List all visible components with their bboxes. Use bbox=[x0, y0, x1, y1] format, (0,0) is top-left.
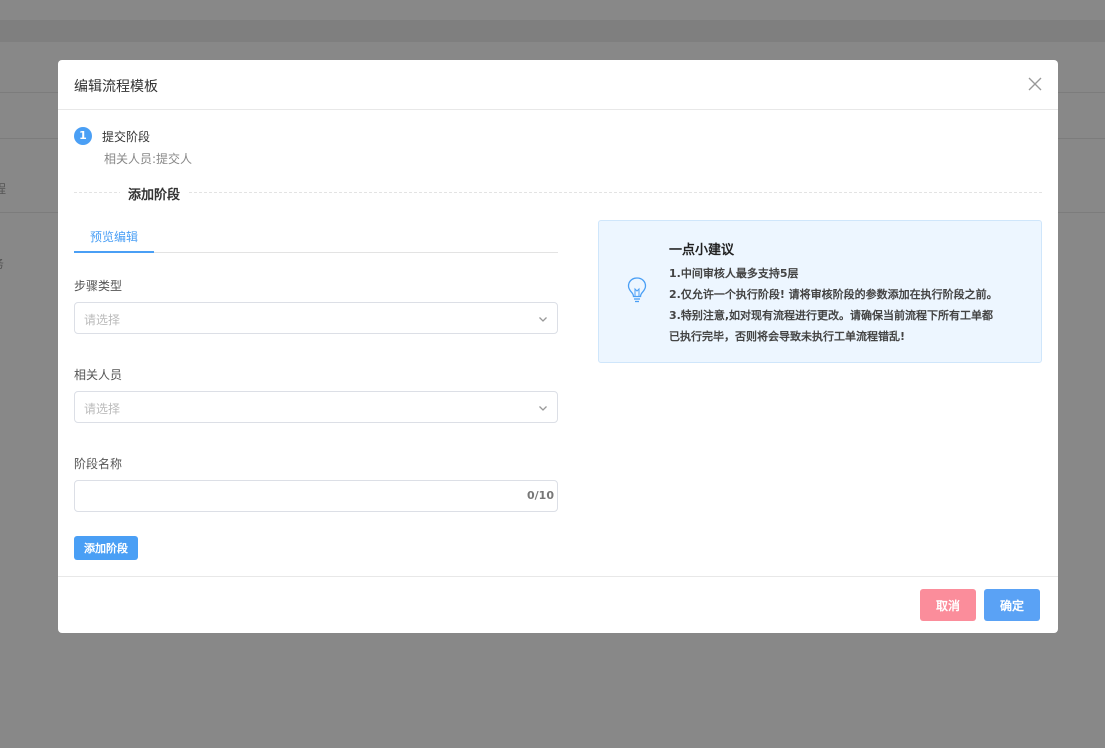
related-people-label: 相关人员 bbox=[74, 368, 123, 382]
add-stage-button[interactable]: 添加阶段 bbox=[74, 536, 138, 560]
select-placeholder: 请选择 bbox=[84, 402, 121, 416]
step-description: 相关人员:提交人 bbox=[104, 152, 193, 166]
tip-line: 已执行完毕，否则将会导致未执行工单流程错乱! bbox=[669, 330, 906, 343]
step-type-label: 步骤类型 bbox=[74, 279, 123, 293]
select-placeholder: 请选择 bbox=[84, 313, 121, 327]
dialog-header: 编辑流程模板 bbox=[58, 60, 1058, 110]
stage-name-label: 阶段名称 bbox=[74, 457, 123, 471]
section-divider-label: 添加阶段 bbox=[120, 184, 189, 203]
background-header-band bbox=[0, 20, 1105, 42]
tip-line: 3.特别注意,如对现有流程进行更改。请确保当前流程下所有工单都 bbox=[669, 309, 994, 322]
tip-box: 一点小建议 1.中间审核人最多支持5层 2.仅允许一个执行阶段! 请将审核阶段的… bbox=[598, 220, 1042, 363]
dialog-footer bbox=[58, 576, 1058, 633]
stage-name-input[interactable] bbox=[74, 480, 558, 512]
step-title: 提交阶段 bbox=[102, 130, 151, 144]
chevron-down-icon bbox=[539, 317, 547, 322]
step-type-select[interactable]: 请选择 bbox=[74, 302, 558, 334]
related-people-select[interactable]: 请选择 bbox=[74, 391, 558, 423]
tip-title: 一点小建议 bbox=[669, 243, 735, 258]
step-number-badge: 1 bbox=[74, 127, 92, 145]
tab-preview-edit[interactable]: 预览编辑 bbox=[74, 228, 154, 253]
confirm-button[interactable]: 确定 bbox=[984, 589, 1040, 621]
background-text-fragment: 程 bbox=[0, 182, 7, 196]
background-text-fragment: 务 bbox=[0, 255, 4, 272]
chevron-down-icon bbox=[539, 406, 547, 411]
edit-flow-template-dialog: 编辑流程模板 1 提交阶段 相关人员:提交人 添加阶段 预览编辑 步骤类型 请选… bbox=[58, 60, 1058, 633]
tip-line: 1.中间审核人最多支持5层 bbox=[669, 267, 799, 280]
close-icon[interactable] bbox=[1028, 77, 1042, 91]
lightbulb-icon bbox=[627, 277, 647, 303]
tip-line: 2.仅允许一个执行阶段! 请将审核阶段的参数添加在执行阶段之前。 bbox=[669, 288, 998, 301]
character-counter: 0/10 bbox=[527, 489, 554, 502]
cancel-button[interactable]: 取消 bbox=[920, 589, 976, 621]
dialog-title: 编辑流程模板 bbox=[74, 79, 158, 95]
section-divider bbox=[74, 192, 1042, 193]
